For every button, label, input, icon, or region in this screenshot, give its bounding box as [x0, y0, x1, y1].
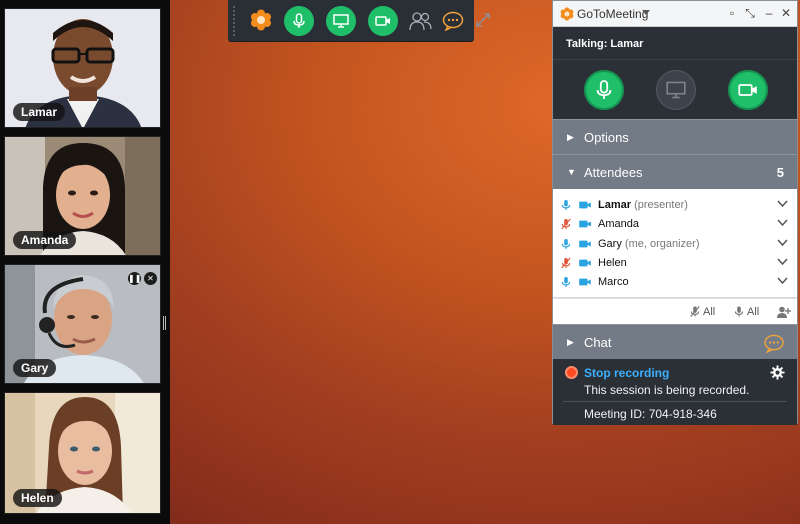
microphone-icon	[734, 306, 744, 317]
video-strip: Lamar Amanda ❚❚ ✕ Gary Helen	[0, 0, 170, 524]
floating-toolbar	[228, 0, 490, 42]
chevron-right-icon: ▶	[567, 132, 574, 142]
recording-status-text: This session is being recorded.	[584, 383, 750, 397]
participant-name-label: Lamar	[13, 103, 66, 121]
app-logo-icon	[560, 7, 574, 21]
camera-icon[interactable]	[578, 239, 592, 249]
panel-titlebar: GoToMeeting ▫ ⤡ – ✕	[553, 1, 797, 27]
microphone-muted-icon	[690, 306, 700, 317]
talking-name: Lamar	[610, 38, 644, 50]
talking-label: Talking:	[566, 38, 608, 50]
camera-icon	[375, 16, 390, 26]
attendees-count: 5	[776, 165, 784, 180]
meeting-id: Meeting ID: 704-918-346	[584, 407, 717, 421]
attendee-name: Helen	[598, 256, 627, 269]
microphone-icon[interactable]	[561, 237, 571, 251]
recording-indicator-icon	[565, 366, 578, 379]
microphone-muted-icon[interactable]	[561, 217, 571, 231]
options-label: Options	[584, 130, 629, 145]
attendees-icon[interactable]	[409, 11, 433, 31]
audio-video-controls	[553, 59, 797, 119]
recording-panel: Stop recording This session is being rec…	[553, 359, 797, 425]
microphone-icon	[293, 13, 305, 28]
unmute-all-button[interactable]: All	[734, 305, 759, 318]
attendee-row[interactable]: Lamar (presenter)	[553, 196, 797, 215]
expand-icon[interactable]	[475, 12, 491, 28]
screen-share-icon	[666, 81, 686, 99]
talking-indicator: Talking: Lamar	[553, 27, 797, 59]
unmute-all-label: All	[747, 305, 760, 318]
video-tile-lamar[interactable]: Lamar	[4, 8, 161, 128]
participant-name-label: Amanda	[13, 231, 77, 249]
camera-icon[interactable]	[578, 277, 592, 287]
chevron-down-icon[interactable]	[777, 200, 788, 208]
camera-button[interactable]	[368, 6, 398, 36]
chevron-down-icon[interactable]	[777, 219, 788, 227]
microphone-icon[interactable]	[561, 275, 571, 289]
chat-icon[interactable]	[763, 334, 785, 353]
mute-all-button[interactable]: All	[690, 305, 715, 318]
logo-icon[interactable]	[250, 9, 272, 31]
camera-icon	[738, 84, 757, 96]
attendee-actions: All All	[553, 298, 797, 324]
toolbar-grip[interactable]	[233, 6, 235, 36]
microphone-icon[interactable]	[561, 198, 571, 212]
chat-section-header[interactable]: ▶ Chat	[553, 324, 797, 359]
camera-icon[interactable]	[578, 200, 592, 210]
close-video-icon[interactable]: ✕	[144, 272, 157, 285]
participant-name-label: Helen	[13, 489, 62, 507]
divider	[563, 401, 787, 402]
chevron-down-icon: ▼	[567, 167, 576, 177]
add-attendee-icon[interactable]	[777, 306, 791, 318]
options-section-header[interactable]: ▶ Options	[553, 119, 797, 154]
camera-icon[interactable]	[578, 258, 592, 268]
gear-icon[interactable]	[770, 365, 785, 380]
video-tile-amanda[interactable]: Amanda	[4, 136, 161, 256]
attendee-row[interactable]: Helen	[553, 254, 797, 273]
chevron-right-icon: ▶	[567, 337, 574, 347]
microphone-button[interactable]	[584, 70, 624, 110]
pause-video-icon[interactable]: ❚❚	[128, 272, 141, 285]
screen-share-button[interactable]	[656, 70, 696, 110]
participant-name-label: Gary	[13, 359, 57, 377]
microphone-icon	[596, 80, 612, 99]
chevron-down-icon[interactable]	[777, 277, 788, 285]
attendee-row[interactable]: Gary (me, organizer)	[553, 235, 797, 254]
attendee-row[interactable]: Marco	[553, 273, 797, 292]
resize-handle[interactable]	[163, 316, 166, 330]
screen-share-button[interactable]	[326, 6, 356, 36]
video-tile-gary[interactable]: ❚❚ ✕ Gary	[4, 264, 161, 384]
chevron-down-icon[interactable]	[777, 258, 788, 266]
collapse-icon[interactable]: ⤡	[743, 5, 757, 21]
microphone-muted-icon[interactable]	[561, 256, 571, 270]
microphone-button[interactable]	[284, 6, 314, 36]
app-name-menu[interactable]: GoToMeeting	[577, 7, 648, 21]
video-tile-helen[interactable]: Helen	[4, 392, 161, 514]
mute-all-label: All	[703, 305, 716, 318]
screen-share-icon	[333, 14, 349, 28]
attendee-list: Lamar (presenter) Amanda Gary (me, organ…	[553, 189, 797, 298]
chevron-down-icon[interactable]	[777, 239, 788, 247]
camera-icon[interactable]	[578, 219, 592, 229]
attendee-name: Marco	[598, 276, 629, 289]
chat-icon[interactable]	[442, 11, 464, 31]
attendee-name: Amanda	[598, 218, 639, 231]
attendees-label: Attendees	[584, 165, 643, 180]
attendee-row[interactable]: Amanda	[553, 215, 797, 234]
minimize-icon[interactable]: –	[762, 5, 776, 21]
attendee-name: Lamar (presenter)	[598, 199, 688, 211]
stop-recording-link[interactable]: Stop recording	[584, 366, 669, 380]
camera-button[interactable]	[728, 70, 768, 110]
chat-label: Chat	[584, 335, 612, 350]
gotomeeting-panel: GoToMeeting ▫ ⤡ – ✕ Talking: Lamar ▶ Opt…	[552, 0, 798, 425]
restore-icon[interactable]: ▫	[725, 5, 739, 21]
attendees-section-header[interactable]: ▼ Attendees 5	[553, 154, 797, 189]
attendee-name: Gary (me, organizer)	[598, 237, 700, 250]
chevron-down-icon[interactable]	[642, 10, 650, 15]
close-icon[interactable]: ✕	[779, 5, 793, 21]
